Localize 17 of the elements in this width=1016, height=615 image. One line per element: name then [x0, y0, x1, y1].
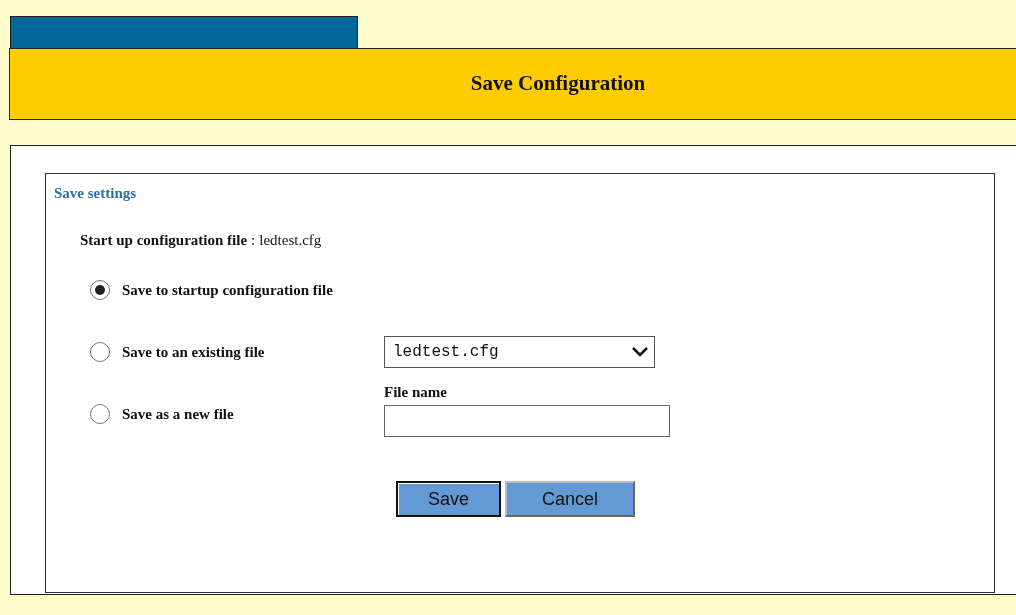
section-title: Save settings — [54, 184, 138, 203]
option-label: Save to startup configuration file — [122, 280, 334, 300]
radio-button[interactable] — [90, 404, 110, 424]
radio-button[interactable] — [90, 342, 110, 362]
field-label: File name — [384, 382, 448, 402]
file-dropdown[interactable]: ledtest.cfg — [384, 336, 655, 368]
save-button[interactable]: Save — [396, 481, 501, 517]
file-name-field[interactable] — [384, 405, 670, 438]
startup-value: ledtest.cfg — [259, 231, 322, 248]
chevron-down-icon — [632, 347, 648, 357]
startup-label: Start up configuration file — [80, 231, 248, 248]
radio-button[interactable] — [90, 280, 110, 300]
cancel-button[interactable]: Cancel — [505, 481, 635, 517]
option-label: Save as a new file — [122, 404, 235, 424]
separator-text: : — [251, 231, 256, 248]
page-title: Save Configuration — [470, 71, 646, 97]
option-label: Save to an existing file — [122, 342, 266, 362]
